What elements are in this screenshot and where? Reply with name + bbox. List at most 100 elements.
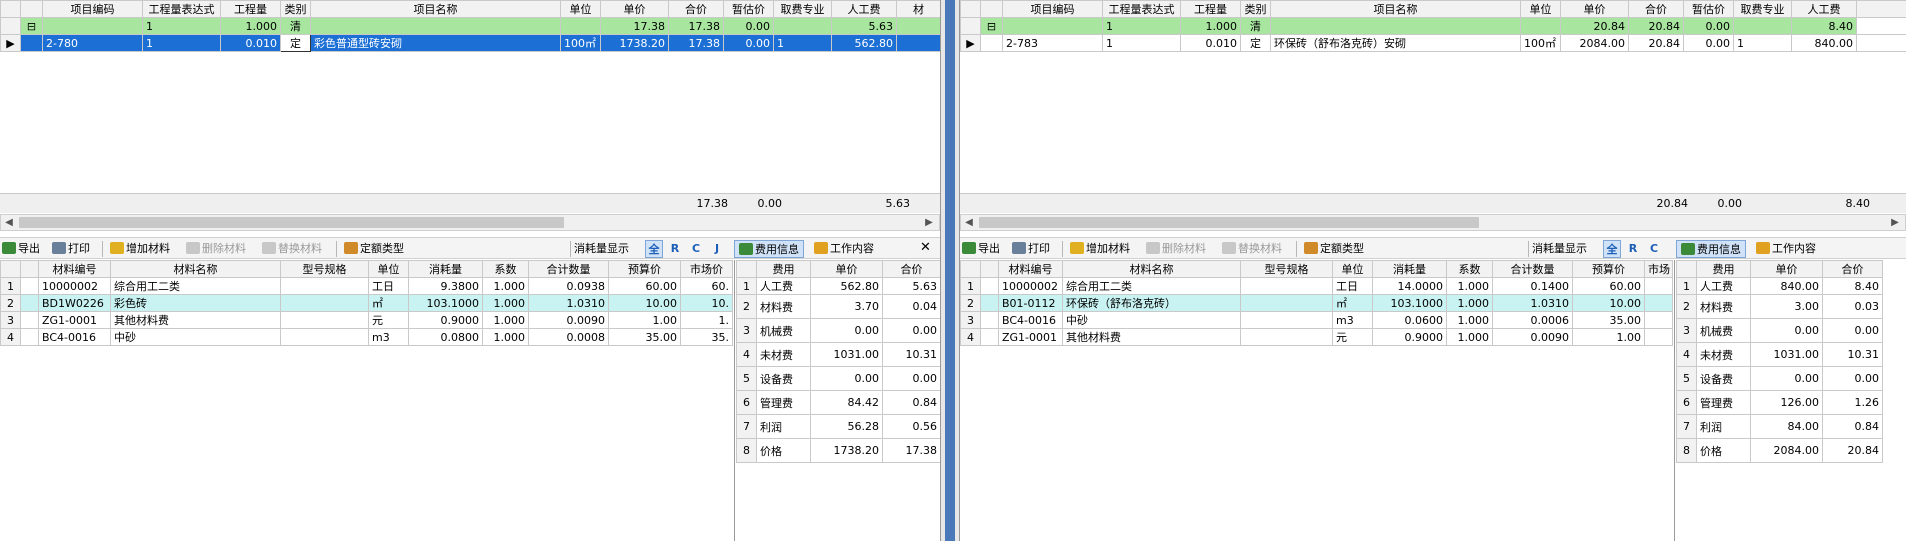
col-header[interactable]: 材料编号 <box>38 260 111 278</box>
export-button[interactable]: 导出 <box>962 241 1000 257</box>
add-material-button[interactable]: 增加材料 <box>1070 241 1130 257</box>
col-header[interactable]: 单价 <box>810 260 883 278</box>
col-header[interactable]: 项目名称 <box>1270 0 1521 18</box>
col-header[interactable]: 工程量 <box>1180 0 1241 18</box>
material-row[interactable]: 2 BD1W0226 彩色砖 ㎡ 103.1000 1.000 1.0310 1… <box>0 294 733 312</box>
replace-material-button[interactable]: 替换材料 <box>262 241 322 257</box>
material-row[interactable]: 1 10000002 综合用工二类 工日 14.0000 1.000 0.140… <box>960 277 1673 295</box>
col-header[interactable]: 项目编码 <box>42 0 143 18</box>
collapse-toggle-icon[interactable]: ⊟ <box>980 17 1003 35</box>
export-button[interactable]: 导出 <box>2 241 40 257</box>
col-header[interactable]: 预算价 <box>608 260 681 278</box>
material-row[interactable]: 3 BC4-0016 中砂 m3 0.0600 1.000 0.0006 35.… <box>960 311 1673 329</box>
quota-type-button[interactable]: 定额类型 <box>344 241 404 257</box>
tab-fee-info[interactable]: 费用信息 <box>1676 240 1746 258</box>
scroll-thumb[interactable] <box>19 217 564 228</box>
col-header[interactable]: 类别 <box>280 0 311 18</box>
fee-row[interactable]: 3 机械费 0.00 0.00 <box>736 318 940 343</box>
col-header[interactable]: 合价 <box>1822 260 1883 278</box>
col-header[interactable]: 单价 <box>600 0 669 18</box>
print-button[interactable]: 打印 <box>1012 241 1050 257</box>
delete-material-button[interactable]: 删除材料 <box>186 241 246 257</box>
fee-row[interactable]: 4 未材费 1031.00 10.31 <box>1676 342 1883 367</box>
filter-all-button[interactable]: 全 <box>645 240 663 258</box>
col-header[interactable]: 合价 <box>1628 0 1684 18</box>
quota-type-button[interactable]: 定额类型 <box>1304 241 1364 257</box>
fee-row[interactable]: 5 设备费 0.00 0.00 <box>736 366 940 391</box>
material-row[interactable]: 4 ZG1-0001 其他材料费 元 0.9000 1.000 0.0090 1… <box>960 328 1673 346</box>
col-header[interactable]: 类别 <box>1240 0 1271 18</box>
tab-fee-info[interactable]: 费用信息 <box>734 240 804 258</box>
col-header[interactable]: 取费专业 <box>1733 0 1792 18</box>
fee-row[interactable]: 1 人工费 562.80 5.63 <box>736 277 940 295</box>
quota-row[interactable]: ▶ 2-783 1 0.010 定 环保砖（舒布洛克砖）安砌 100㎡ 2084… <box>960 34 1906 52</box>
col-header[interactable]: 项目名称 <box>310 0 561 18</box>
fee-row[interactable]: 6 管理费 126.00 1.26 <box>1676 390 1883 415</box>
col-header[interactable]: 工程量 <box>220 0 281 18</box>
fee-row[interactable]: 8 价格 2084.00 20.84 <box>1676 438 1883 463</box>
horizontal-scrollbar[interactable]: ◀ ▶ <box>960 214 1906 231</box>
fee-row[interactable]: 7 利润 84.00 0.84 <box>1676 414 1883 439</box>
fee-row[interactable]: 2 材料费 3.00 0.03 <box>1676 294 1883 319</box>
col-header[interactable]: 工程量表达式 <box>142 0 221 18</box>
filter-r-button[interactable]: R <box>666 240 684 258</box>
fee-row[interactable]: 2 材料费 3.70 0.04 <box>736 294 940 319</box>
scroll-right-icon[interactable]: ▶ <box>1887 215 1903 230</box>
col-header[interactable]: 费用 <box>756 260 811 278</box>
col-header[interactable]: 项目编码 <box>1002 0 1103 18</box>
col-header[interactable]: 人工费 <box>1791 0 1857 18</box>
col-header[interactable]: 单价 <box>1560 0 1629 18</box>
col-header[interactable]: 合计数量 <box>528 260 609 278</box>
close-icon[interactable]: ✕ <box>920 240 931 255</box>
bill-item-row[interactable]: ⊟ 1 1.000 清 17.38 17.38 0.00 5.63 <box>0 17 940 35</box>
scroll-left-icon[interactable]: ◀ <box>961 215 977 230</box>
col-header[interactable]: 合计数量 <box>1492 260 1573 278</box>
tab-work-content[interactable]: 工作内容 <box>1752 240 1820 258</box>
col-header[interactable]: 材料名称 <box>110 260 281 278</box>
col-header[interactable]: 预算价 <box>1572 260 1645 278</box>
fee-row[interactable]: 4 未材费 1031.00 10.31 <box>736 342 940 367</box>
col-header[interactable]: 单位 <box>368 260 409 278</box>
col-header[interactable]: 费用 <box>1696 260 1751 278</box>
material-row[interactable]: 3 ZG1-0001 其他材料费 元 0.9000 1.000 0.0090 1… <box>0 311 733 329</box>
replace-material-button[interactable]: 替换材料 <box>1222 241 1282 257</box>
filter-r-button[interactable]: R <box>1624 240 1642 258</box>
add-material-button[interactable]: 增加材料 <box>110 241 170 257</box>
scroll-thumb[interactable] <box>979 217 1479 228</box>
filter-c-button[interactable]: C <box>687 240 705 258</box>
col-header[interactable]: 型号规格 <box>280 260 369 278</box>
col-header[interactable]: 型号规格 <box>1240 260 1333 278</box>
col-header[interactable]: 合价 <box>882 260 940 278</box>
delete-material-button[interactable]: 删除材料 <box>1146 241 1206 257</box>
col-header[interactable]: 消耗量 <box>1372 260 1447 278</box>
scroll-right-icon[interactable]: ▶ <box>921 215 937 230</box>
fee-row[interactable]: 7 利润 56.28 0.56 <box>736 414 940 439</box>
material-row[interactable]: 4 BC4-0016 中砂 m3 0.0800 1.000 0.0008 35.… <box>0 328 733 346</box>
col-header[interactable]: 暂估价 <box>1683 0 1734 18</box>
fee-row[interactable]: 6 管理费 84.42 0.84 <box>736 390 940 415</box>
collapse-toggle-icon[interactable]: ⊟ <box>20 17 43 35</box>
quota-row[interactable]: ▶ 2-780 1 0.010 定 彩色普通型砖安砌 100㎡ 1738.20 … <box>0 34 940 52</box>
col-header[interactable]: 暂估价 <box>723 0 774 18</box>
col-header[interactable]: 工程量表达式 <box>1102 0 1181 18</box>
filter-j-button[interactable]: J <box>708 240 726 258</box>
material-row[interactable]: 1 10000002 综合用工二类 工日 9.3800 1.000 0.0938… <box>0 277 733 295</box>
col-header[interactable]: 合价 <box>668 0 724 18</box>
material-row[interactable]: 2 B01-0112 环保砖（舒布洛克砖） ㎡ 103.1000 1.000 1… <box>960 294 1673 312</box>
fee-row[interactable]: 1 人工费 840.00 8.40 <box>1676 277 1883 295</box>
col-header[interactable]: 单位 <box>1520 0 1561 18</box>
fee-row[interactable]: 8 价格 1738.20 17.38 <box>736 438 940 463</box>
col-header[interactable]: 材料名称 <box>1062 260 1241 278</box>
tab-work-content[interactable]: 工作内容 <box>810 240 878 258</box>
col-header[interactable]: 系数 <box>1446 260 1493 278</box>
bill-item-row[interactable]: ⊟ 1 1.000 清 20.84 20.84 0.00 8.40 <box>960 17 1906 35</box>
col-header[interactable]: 人工费 <box>831 0 897 18</box>
col-header[interactable]: 消耗量 <box>408 260 483 278</box>
pane-splitter[interactable] <box>940 0 960 541</box>
col-header[interactable]: 单位 <box>560 0 601 18</box>
filter-all-button[interactable]: 全 <box>1603 240 1621 258</box>
print-button[interactable]: 打印 <box>52 241 90 257</box>
fee-row[interactable]: 3 机械费 0.00 0.00 <box>1676 318 1883 343</box>
col-header[interactable]: 材料编号 <box>998 260 1063 278</box>
col-header[interactable]: 单位 <box>1332 260 1373 278</box>
